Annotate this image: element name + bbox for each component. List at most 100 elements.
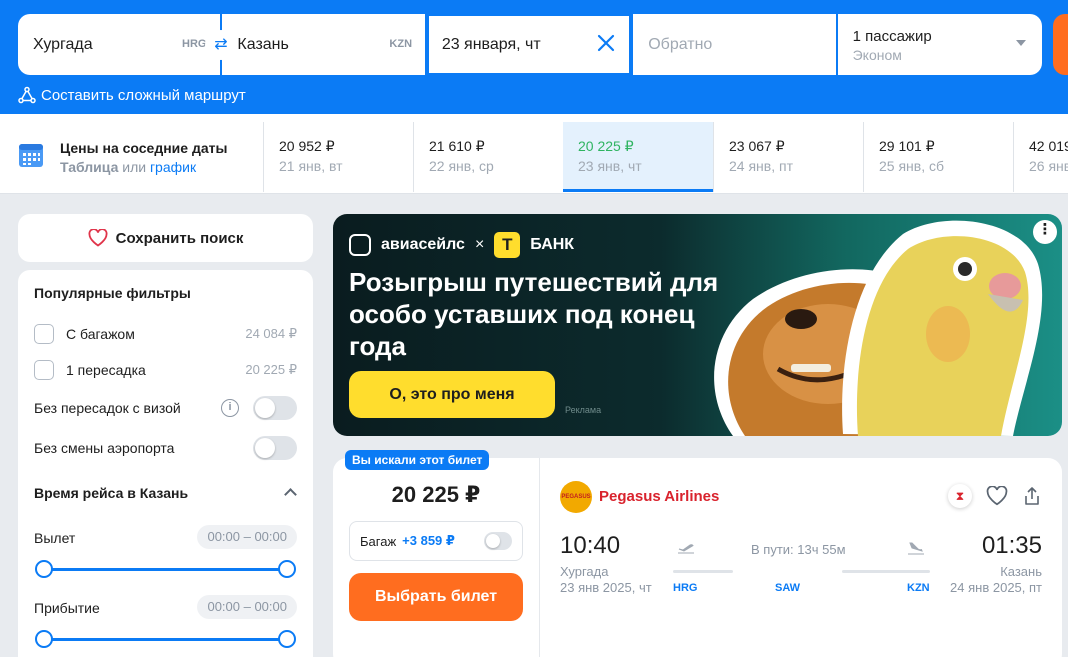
arrival-range: 00:00 – 00:00	[197, 595, 297, 619]
baggage-option[interactable]: Багаж +3 859 ₽	[349, 521, 523, 561]
date-label: 23 янв, чт	[578, 158, 642, 174]
destination-field[interactable]: Казань KZN	[222, 14, 425, 75]
info-icon[interactable]: i	[221, 399, 239, 417]
airline-name: Pegasus Airlines	[599, 488, 720, 505]
search-button[interactable]	[1053, 14, 1068, 75]
date-cell[interactable]: 42 019 ₽ 26 янв, вс	[1013, 122, 1068, 192]
tbank-logo-icon: Т	[494, 232, 521, 258]
share-icon[interactable]	[1022, 486, 1042, 506]
date-price: 29 101 ₽	[879, 138, 935, 154]
origin-airport-code: HRG	[673, 582, 698, 594]
depart-date-value: 23 января, чт	[441, 36, 541, 53]
date-price: 42 019 ₽	[1029, 138, 1068, 154]
depart-info: Хургада 23 янв 2025, чт	[560, 564, 652, 596]
ad-label: Реклама	[565, 405, 602, 415]
tbank-brand: БАНК	[530, 236, 575, 253]
passengers-field[interactable]: 1 пассажир Эконом	[837, 14, 1042, 75]
cabin-class: Эконом	[852, 47, 902, 63]
route-icon	[18, 86, 36, 104]
calendar-icon	[19, 144, 43, 167]
departure-label: Вылет	[34, 530, 76, 546]
date-price: 20 952 ₽	[279, 138, 335, 154]
date-cell-selected[interactable]: 20 225 ₽ 23 янв, чт	[563, 122, 713, 192]
return-date-placeholder: Обратно	[648, 36, 713, 53]
departure-slider-min-handle[interactable]	[35, 560, 53, 578]
banner-cta-button[interactable]: О, это про меня	[349, 371, 555, 418]
passengers-count: 1 пассажир	[852, 28, 932, 45]
checkbox[interactable]	[34, 360, 54, 380]
destination-code: KZN	[389, 38, 413, 50]
date-cell[interactable]: 23 067 ₽ 24 янв, пт	[713, 122, 863, 192]
departure-range: 00:00 – 00:00	[197, 525, 297, 549]
arrival-label: Прибытие	[34, 600, 100, 616]
table-view-link[interactable]: Таблица	[60, 159, 118, 175]
date-label: 26 янв, вс	[1029, 158, 1068, 174]
chart-view-link[interactable]: график	[150, 159, 196, 175]
popular-filters-title: Популярные фильтры	[34, 285, 191, 301]
nearby-dates-subtitle: Таблица или график	[60, 159, 196, 175]
baggage-label: Багаж	[360, 533, 397, 549]
airline-logo: PEGASUS	[560, 481, 592, 513]
more-options-icon[interactable]: ⋮	[1033, 220, 1057, 244]
origin-code: HRG	[182, 38, 207, 50]
divider	[539, 458, 540, 657]
banner-illustration	[714, 220, 1043, 436]
depart-time: 10:40	[560, 532, 621, 559]
searched-ticket-badge: Вы искали этот билет	[345, 450, 490, 470]
transfer-airport-code: SAW	[775, 582, 801, 594]
banner-logos: авиасейлс × Т БАНК	[349, 232, 574, 258]
arrive-time: 01:35	[981, 532, 1042, 559]
depart-city: Хургада	[560, 564, 609, 579]
promo-banner[interactable]: авиасейлс × Т БАНК Розыгрыш путешествий …	[333, 214, 1062, 436]
filter-label: Без смены аэропорта	[34, 440, 175, 456]
complex-route-label: Составить сложный маршрут	[41, 86, 246, 104]
arrival-slider-track	[44, 638, 287, 641]
select-ticket-button[interactable]: Выбрать билет	[349, 573, 523, 621]
filter-with-baggage[interactable]: С багажом 24 084 ₽	[34, 322, 297, 346]
cross-symbol: ×	[474, 236, 485, 253]
date-label: 24 янв, пт	[729, 158, 793, 174]
arrival-slider-max-handle[interactable]	[278, 630, 296, 648]
ticket-card[interactable]: 20 225 ₽ Багаж +3 859 ₽ Выбрать билет PE…	[333, 458, 1062, 657]
destination-city: Казань	[237, 36, 289, 53]
aviasales-logo-icon	[349, 234, 371, 256]
chevron-down-icon	[1016, 40, 1026, 46]
chevron-up-icon[interactable]	[284, 488, 297, 501]
heart-icon[interactable]	[986, 486, 1008, 506]
filter-price: 20 225 ₽	[245, 362, 297, 377]
date-cell[interactable]: 20 952 ₽ 21 янв, вт	[263, 122, 413, 192]
filter-label: С багажом	[66, 326, 135, 342]
date-price: 20 225 ₽	[578, 138, 634, 154]
date-label: 21 янв, вт	[279, 158, 343, 174]
departure-slider-track	[44, 568, 287, 571]
flight-time-title: Время рейса в Казань	[34, 485, 189, 501]
swap-icon[interactable]: ⇄	[205, 30, 237, 60]
save-search-button[interactable]: Сохранить поиск	[18, 214, 313, 262]
filter-one-transfer[interactable]: 1 пересадка 20 225 ₽	[34, 358, 297, 382]
origin-city: Хургада	[33, 36, 93, 53]
heart-icon	[88, 229, 108, 247]
complex-route-link[interactable]: Составить сложный маршрут	[18, 86, 246, 104]
save-search-label: Сохранить поиск	[115, 229, 244, 247]
origin-field[interactable]: Хургада HRG	[18, 14, 221, 75]
filter-label: Без пересадок с визой	[34, 400, 181, 416]
depart-date-field[interactable]: 23 января, чт	[426, 14, 632, 75]
baggage-toggle[interactable]	[484, 532, 512, 550]
arrival-slider-min-handle[interactable]	[35, 630, 53, 648]
close-icon[interactable]	[595, 32, 617, 54]
toggle-switch[interactable]	[253, 436, 297, 460]
hourglass-icon: ⧗	[948, 484, 972, 508]
checkbox[interactable]	[34, 324, 54, 344]
banner-headline: Розыгрыш путешествий для особо уставших …	[349, 267, 719, 361]
date-price: 21 610 ₽	[429, 138, 485, 154]
date-price: 23 067 ₽	[729, 138, 785, 154]
date-cell[interactable]: 29 101 ₽ 25 янв, сб	[863, 122, 1013, 192]
toggle-switch[interactable]	[253, 396, 297, 420]
aviasales-brand: авиасейлс	[381, 236, 465, 253]
ticket-price: 20 225 ₽	[391, 482, 481, 507]
arrive-city: Казань	[1000, 564, 1042, 579]
filter-label: 1 пересадка	[66, 362, 146, 378]
departure-slider-max-handle[interactable]	[278, 560, 296, 578]
return-date-field[interactable]: Обратно	[633, 14, 836, 75]
date-cell[interactable]: 21 610 ₽ 22 янв, ср	[413, 122, 563, 192]
